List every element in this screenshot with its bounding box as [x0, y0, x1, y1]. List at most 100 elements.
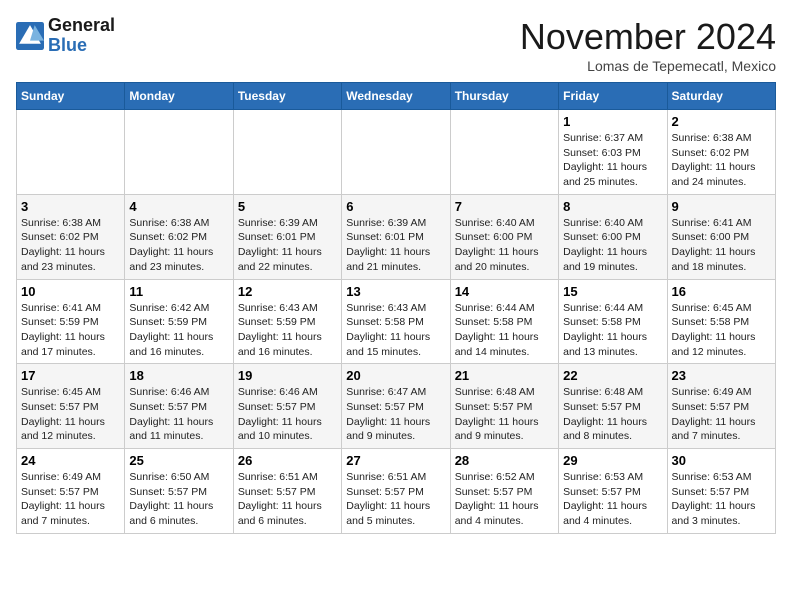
calendar-week-5: 24 Sunrise: 6:49 AMSunset: 5:57 PMDayligh… — [17, 449, 776, 534]
day-number: 23 — [672, 368, 771, 383]
day-number: 3 — [21, 199, 120, 214]
day-info: Sunrise: 6:40 AMSunset: 6:00 PMDaylight:… — [455, 216, 554, 275]
day-info: Sunrise: 6:47 AMSunset: 5:57 PMDaylight:… — [346, 385, 445, 444]
calendar-cell: 25 Sunrise: 6:50 AMSunset: 5:57 PMDayligh… — [125, 449, 233, 534]
day-info: Sunrise: 6:51 AMSunset: 5:57 PMDaylight:… — [238, 470, 337, 529]
day-info: Sunrise: 6:46 AMSunset: 5:57 PMDaylight:… — [238, 385, 337, 444]
day-number: 6 — [346, 199, 445, 214]
day-number: 24 — [21, 453, 120, 468]
day-info: Sunrise: 6:53 AMSunset: 5:57 PMDaylight:… — [672, 470, 771, 529]
calendar-cell: 9 Sunrise: 6:41 AMSunset: 6:00 PMDaylight… — [667, 194, 775, 279]
day-number: 14 — [455, 284, 554, 299]
day-info: Sunrise: 6:48 AMSunset: 5:57 PMDaylight:… — [455, 385, 554, 444]
day-info: Sunrise: 6:51 AMSunset: 5:57 PMDaylight:… — [346, 470, 445, 529]
calendar-week-2: 3 Sunrise: 6:38 AMSunset: 6:02 PMDaylight… — [17, 194, 776, 279]
calendar-cell: 30 Sunrise: 6:53 AMSunset: 5:57 PMDayligh… — [667, 449, 775, 534]
day-info: Sunrise: 6:45 AMSunset: 5:57 PMDaylight:… — [21, 385, 120, 444]
month-title: November 2024 — [520, 16, 776, 58]
calendar-table: SundayMondayTuesdayWednesdayThursdayFrid… — [16, 82, 776, 534]
day-number: 2 — [672, 114, 771, 129]
calendar-header-tuesday: Tuesday — [233, 83, 341, 110]
calendar-cell: 17 Sunrise: 6:45 AMSunset: 5:57 PMDayligh… — [17, 364, 125, 449]
day-number: 4 — [129, 199, 228, 214]
logo: General Blue — [16, 16, 115, 56]
day-info: Sunrise: 6:45 AMSunset: 5:58 PMDaylight:… — [672, 301, 771, 360]
location: Lomas de Tepemecatl, Mexico — [520, 58, 776, 74]
day-info: Sunrise: 6:46 AMSunset: 5:57 PMDaylight:… — [129, 385, 228, 444]
day-info: Sunrise: 6:38 AMSunset: 6:02 PMDaylight:… — [672, 131, 771, 190]
day-info: Sunrise: 6:40 AMSunset: 6:00 PMDaylight:… — [563, 216, 662, 275]
calendar-body: 1Sunrise: 6:37 AMSunset: 6:03 PMDaylight… — [17, 110, 776, 534]
calendar-cell: 19Sunrise: 6:46 AMSunset: 5:57 PMDayligh… — [233, 364, 341, 449]
calendar-cell: 24 Sunrise: 6:49 AMSunset: 5:57 PMDayligh… — [17, 449, 125, 534]
day-number: 13 — [346, 284, 445, 299]
day-info: Sunrise: 6:52 AMSunset: 5:57 PMDaylight:… — [455, 470, 554, 529]
calendar-header-saturday: Saturday — [667, 83, 775, 110]
calendar-cell: 2 Sunrise: 6:38 AMSunset: 6:02 PMDaylight… — [667, 110, 775, 195]
calendar-cell — [342, 110, 450, 195]
day-info: Sunrise: 6:43 AMSunset: 5:58 PMDaylight:… — [346, 301, 445, 360]
day-info: Sunrise: 6:44 AMSunset: 5:58 PMDaylight:… — [455, 301, 554, 360]
logo-icon — [16, 22, 44, 50]
day-info: Sunrise: 6:44 AMSunset: 5:58 PMDaylight:… — [563, 301, 662, 360]
day-number: 25 — [129, 453, 228, 468]
calendar-cell: 8 Sunrise: 6:40 AMSunset: 6:00 PMDaylight… — [559, 194, 667, 279]
calendar-cell: 1Sunrise: 6:37 AMSunset: 6:03 PMDaylight… — [559, 110, 667, 195]
calendar-week-4: 17 Sunrise: 6:45 AMSunset: 5:57 PMDayligh… — [17, 364, 776, 449]
day-number: 8 — [563, 199, 662, 214]
title-block: November 2024 Lomas de Tepemecatl, Mexic… — [520, 16, 776, 74]
calendar-cell: 21 Sunrise: 6:48 AMSunset: 5:57 PMDayligh… — [450, 364, 558, 449]
day-number: 28 — [455, 453, 554, 468]
day-number: 16 — [672, 284, 771, 299]
day-info: Sunrise: 6:48 AMSunset: 5:57 PMDaylight:… — [563, 385, 662, 444]
day-info: Sunrise: 6:50 AMSunset: 5:57 PMDaylight:… — [129, 470, 228, 529]
day-number: 20 — [346, 368, 445, 383]
calendar-cell: 23Sunrise: 6:49 AMSunset: 5:57 PMDayligh… — [667, 364, 775, 449]
calendar-cell: 18Sunrise: 6:46 AMSunset: 5:57 PMDayligh… — [125, 364, 233, 449]
day-number: 29 — [563, 453, 662, 468]
calendar-cell: 26 Sunrise: 6:51 AMSunset: 5:57 PMDayligh… — [233, 449, 341, 534]
calendar-header-friday: Friday — [559, 83, 667, 110]
day-info: Sunrise: 6:39 AMSunset: 6:01 PMDaylight:… — [346, 216, 445, 275]
calendar-week-3: 10 Sunrise: 6:41 AMSunset: 5:59 PMDayligh… — [17, 279, 776, 364]
calendar-cell: 10 Sunrise: 6:41 AMSunset: 5:59 PMDayligh… — [17, 279, 125, 364]
day-info: Sunrise: 6:41 AMSunset: 5:59 PMDaylight:… — [21, 301, 120, 360]
day-info: Sunrise: 6:38 AMSunset: 6:02 PMDaylight:… — [21, 216, 120, 275]
day-info: Sunrise: 6:41 AMSunset: 6:00 PMDaylight:… — [672, 216, 771, 275]
calendar-header-wednesday: Wednesday — [342, 83, 450, 110]
day-number: 17 — [21, 368, 120, 383]
logo-line1: General — [48, 16, 115, 36]
day-number: 7 — [455, 199, 554, 214]
day-number: 22 — [563, 368, 662, 383]
page-header: General Blue November 2024 Lomas de Tepe… — [16, 16, 776, 74]
calendar-cell: 20 Sunrise: 6:47 AMSunset: 5:57 PMDayligh… — [342, 364, 450, 449]
calendar-cell — [233, 110, 341, 195]
calendar-cell: 13 Sunrise: 6:43 AMSunset: 5:58 PMDayligh… — [342, 279, 450, 364]
calendar-cell: 16 Sunrise: 6:45 AMSunset: 5:58 PMDayligh… — [667, 279, 775, 364]
calendar-cell: 6 Sunrise: 6:39 AMSunset: 6:01 PMDaylight… — [342, 194, 450, 279]
calendar-header-monday: Monday — [125, 83, 233, 110]
calendar-cell — [17, 110, 125, 195]
day-info: Sunrise: 6:49 AMSunset: 5:57 PMDaylight:… — [21, 470, 120, 529]
day-number: 15 — [563, 284, 662, 299]
day-number: 26 — [238, 453, 337, 468]
calendar-cell: 28 Sunrise: 6:52 AMSunset: 5:57 PMDayligh… — [450, 449, 558, 534]
day-info: Sunrise: 6:38 AMSunset: 6:02 PMDaylight:… — [129, 216, 228, 275]
day-number: 27 — [346, 453, 445, 468]
day-number: 21 — [455, 368, 554, 383]
calendar-cell: 15 Sunrise: 6:44 AMSunset: 5:58 PMDayligh… — [559, 279, 667, 364]
day-number: 30 — [672, 453, 771, 468]
calendar-cell: 7 Sunrise: 6:40 AMSunset: 6:00 PMDaylight… — [450, 194, 558, 279]
day-number: 5 — [238, 199, 337, 214]
day-info: Sunrise: 6:42 AMSunset: 5:59 PMDaylight:… — [129, 301, 228, 360]
day-number: 9 — [672, 199, 771, 214]
calendar-cell: 12Sunrise: 6:43 AMSunset: 5:59 PMDayligh… — [233, 279, 341, 364]
calendar-cell: 29Sunrise: 6:53 AMSunset: 5:57 PMDayligh… — [559, 449, 667, 534]
calendar-cell: 22 Sunrise: 6:48 AMSunset: 5:57 PMDayligh… — [559, 364, 667, 449]
calendar-cell — [450, 110, 558, 195]
logo-line2: Blue — [48, 36, 115, 56]
day-number: 1 — [563, 114, 662, 129]
day-number: 10 — [21, 284, 120, 299]
day-number: 11 — [129, 284, 228, 299]
day-info: Sunrise: 6:43 AMSunset: 5:59 PMDaylight:… — [238, 301, 337, 360]
